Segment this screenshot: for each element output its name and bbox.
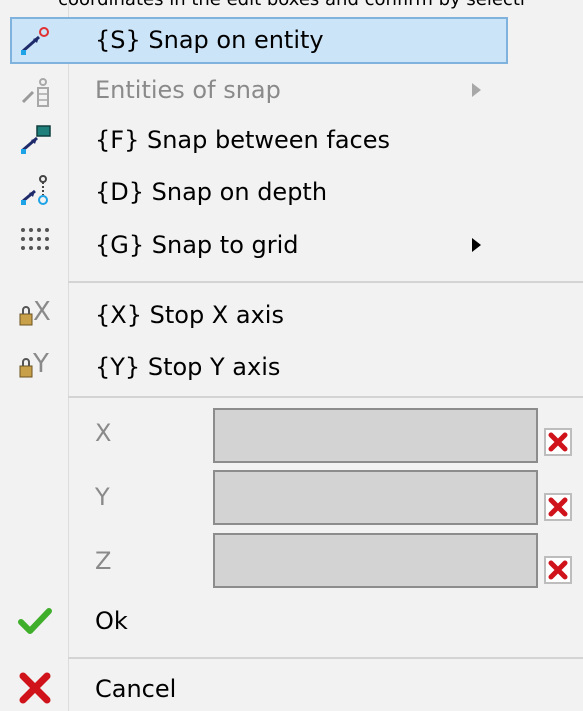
menu-label-entities-of-snap: Entities of snap bbox=[95, 76, 281, 104]
snap-on-depth-icon bbox=[21, 175, 48, 205]
entities-of-snap-icon bbox=[21, 78, 49, 107]
snap-on-entity-icon bbox=[21, 27, 49, 55]
grid-icon bbox=[21, 228, 49, 250]
lock-y-icon: Y bbox=[19, 349, 49, 379]
menu-separator bbox=[68, 396, 583, 398]
snap-context-menu: {S} Snap on entity Entities of snap {F} … bbox=[0, 0, 583, 711]
svg-text:Y: Y bbox=[32, 349, 49, 379]
ok-label: Ok bbox=[95, 607, 128, 635]
clear-z-button[interactable] bbox=[544, 556, 572, 584]
menu-label-snap-on-entity: {S} Snap on entity bbox=[95, 26, 324, 54]
x-coordinate-field[interactable] bbox=[213, 408, 538, 463]
red-x-icon bbox=[548, 560, 568, 580]
cancel-label: Cancel bbox=[95, 675, 177, 703]
y-coordinate-field[interactable] bbox=[213, 470, 538, 525]
menu-separator bbox=[68, 657, 583, 659]
menu-label-stop-y-axis: {Y} Stop Y axis bbox=[95, 353, 281, 381]
cancel-x-icon bbox=[19, 672, 51, 704]
z-coordinate-label: Z bbox=[95, 547, 112, 575]
submenu-arrow-icon bbox=[472, 83, 481, 97]
menu-item-stop-y-axis[interactable] bbox=[0, 343, 583, 389]
menu-label-snap-between-faces: {F} Snap between faces bbox=[95, 126, 391, 154]
svg-text:X: X bbox=[33, 297, 51, 327]
check-icon bbox=[18, 608, 52, 634]
menu-label-stop-x-axis: {X} Stop X axis bbox=[95, 301, 284, 329]
red-x-icon bbox=[548, 432, 568, 452]
menu-label-snap-on-depth: {D} Snap on depth bbox=[95, 178, 328, 206]
menu-item-stop-x-axis[interactable] bbox=[0, 291, 583, 337]
menu-label-snap-to-grid: {G} Snap to grid bbox=[95, 231, 299, 259]
snap-between-faces-icon bbox=[21, 125, 51, 154]
lock-x-icon: X bbox=[19, 297, 51, 327]
clear-x-button[interactable] bbox=[544, 428, 572, 456]
z-coordinate-field[interactable] bbox=[213, 533, 538, 588]
y-coordinate-label: Y bbox=[95, 483, 110, 511]
ok-button[interactable] bbox=[0, 599, 583, 645]
submenu-arrow-icon bbox=[472, 238, 481, 252]
menu-separator bbox=[68, 281, 583, 283]
red-x-icon bbox=[548, 497, 568, 517]
cancel-button[interactable] bbox=[0, 665, 583, 711]
menu-item-entities-of-snap[interactable] bbox=[0, 67, 583, 113]
x-coordinate-label: X bbox=[95, 419, 112, 447]
clear-y-button[interactable] bbox=[544, 493, 572, 521]
